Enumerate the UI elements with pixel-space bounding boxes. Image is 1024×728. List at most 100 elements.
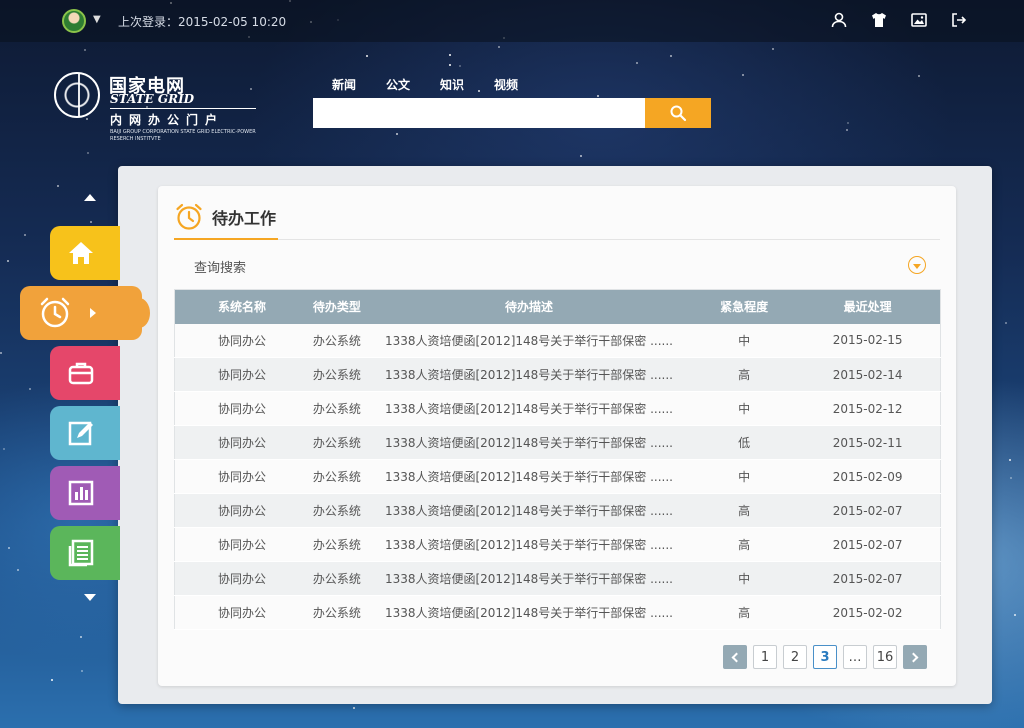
todo-card: 待办工作 查询搜索 系统名称 待办类型 待办描述 紧急程度 最近处理 协同办公 … — [158, 186, 956, 686]
star-dot — [449, 54, 451, 56]
cell-system: 协同办公 — [174, 561, 309, 596]
column-header-last-processed[interactable]: 最近处理 — [795, 289, 941, 324]
page-button[interactable]: 16 — [873, 645, 897, 669]
cell-description[interactable]: 1338人资培便函[2012]148号关于举行干部保密 ...... — [364, 527, 694, 562]
cell-date: 2015-02-14 — [795, 357, 941, 392]
query-search-label[interactable]: 查询搜索 — [194, 257, 246, 276]
globe-logo-icon — [54, 72, 100, 118]
column-header-type[interactable]: 待办类型 — [308, 289, 365, 324]
search-box — [313, 98, 711, 128]
logout-icon[interactable] — [950, 11, 968, 29]
cell-type: 办公系统 — [308, 493, 365, 528]
star-dot — [0, 352, 2, 354]
cell-type: 办公系统 — [308, 459, 365, 494]
skin-shirt-icon[interactable] — [870, 11, 888, 29]
cell-description[interactable]: 1338人资培便函[2012]148号关于举行干部保密 ...... — [364, 595, 694, 630]
next-page-button[interactable] — [903, 645, 927, 669]
cell-system: 协同办公 — [174, 323, 309, 358]
edit-icon — [68, 421, 93, 446]
cell-type: 办公系统 — [308, 357, 365, 392]
search-icon — [670, 105, 687, 122]
user-avatar[interactable] — [62, 9, 86, 33]
cell-urgency: 中 — [693, 391, 796, 426]
table-row[interactable]: 协同办公 办公系统 1338人资培便函[2012]148号关于举行干部保密 ..… — [174, 323, 941, 358]
avatar-dropdown-icon[interactable]: ▼ — [93, 14, 101, 25]
sidebar-item-edit[interactable] — [50, 406, 120, 460]
table-row[interactable]: 协同办公 办公系统 1338人资培便函[2012]148号关于举行干部保密 ..… — [174, 527, 941, 562]
cell-description[interactable]: 1338人资培便函[2012]148号关于举行干部保密 ...... — [364, 391, 694, 426]
logo-en-name: STATE GRID — [110, 92, 195, 106]
table-row[interactable]: 协同办公 办公系统 1338人资培便函[2012]148号关于举行干部保密 ..… — [174, 459, 941, 494]
cell-date: 2015-02-11 — [795, 425, 941, 460]
star-dot — [87, 152, 89, 154]
cell-urgency: 高 — [693, 595, 796, 630]
sidebar-item-todo[interactable] — [20, 286, 150, 340]
star-dot — [80, 636, 82, 638]
cell-type: 办公系统 — [308, 425, 365, 460]
column-header-urgency[interactable]: 紧急程度 — [693, 289, 796, 324]
cell-urgency: 低 — [693, 425, 796, 460]
search-button[interactable] — [645, 98, 711, 128]
cell-system: 协同办公 — [174, 391, 309, 426]
column-header-description[interactable]: 待办描述 — [364, 289, 694, 324]
sidebar-item-home[interactable] — [50, 226, 120, 280]
page-button[interactable]: 1 — [753, 645, 777, 669]
cell-description[interactable]: 1338人资培便函[2012]148号关于举行干部保密 ...... — [364, 323, 694, 358]
cell-description[interactable]: 1338人资培便函[2012]148号关于举行干部保密 ...... — [364, 493, 694, 528]
cell-type: 办公系统 — [308, 391, 365, 426]
search-input[interactable] — [313, 98, 645, 128]
table-row[interactable]: 协同办公 办公系统 1338人资培便函[2012]148号关于举行干部保密 ..… — [174, 493, 941, 528]
page-button[interactable]: 2 — [783, 645, 807, 669]
sidebar-item-statistics[interactable] — [50, 466, 120, 520]
star-dot — [918, 75, 920, 77]
cell-date: 2015-02-12 — [795, 391, 941, 426]
image-gallery-icon[interactable] — [910, 11, 928, 29]
cell-urgency: 中 — [693, 459, 796, 494]
cell-system: 协同办公 — [174, 425, 309, 460]
cell-type: 办公系统 — [308, 595, 365, 630]
sidebar-item-briefcase[interactable] — [50, 346, 120, 400]
card-title: 待办工作 — [212, 209, 277, 228]
cell-date: 2015-02-07 — [795, 493, 941, 528]
title-divider — [174, 239, 940, 240]
prev-page-button[interactable] — [723, 645, 747, 669]
cell-description[interactable]: 1338人资培便函[2012]148号关于举行干部保密 ...... — [364, 561, 694, 596]
table-row[interactable]: 协同办公 办公系统 1338人资培便函[2012]148号关于举行干部保密 ..… — [174, 357, 941, 392]
cell-type: 办公系统 — [308, 323, 365, 358]
star-dot — [8, 547, 10, 549]
pagination: 1 2 3 … 16 — [723, 645, 927, 669]
star-dot — [1010, 477, 1012, 479]
bar-chart-icon — [68, 480, 94, 506]
cell-description[interactable]: 1338人资培便函[2012]148号关于举行干部保密 ...... — [364, 357, 694, 392]
document-icon — [68, 539, 94, 567]
star-dot — [353, 707, 355, 709]
star-dot — [449, 64, 451, 66]
cell-description[interactable]: 1338人资培便函[2012]148号关于举行干部保密 ...... — [364, 425, 694, 460]
cell-type: 办公系统 — [308, 527, 365, 562]
star-dot — [498, 46, 500, 48]
cell-type: 办公系统 — [308, 561, 365, 596]
sidebar-item-documents[interactable] — [50, 526, 120, 580]
star-dot — [1009, 459, 1011, 461]
cell-description[interactable]: 1338人资培便函[2012]148号关于举行干部保密 ...... — [364, 459, 694, 494]
card-header: 待办工作 — [174, 202, 276, 232]
page-ellipsis: … — [843, 645, 867, 669]
sidebar-scroll-up-icon[interactable] — [84, 194, 96, 201]
star-dot — [90, 221, 92, 223]
sidebar-scroll-down-icon[interactable] — [84, 594, 96, 601]
page-button-current[interactable]: 3 — [813, 645, 837, 669]
query-expand-icon[interactable] — [908, 256, 926, 274]
user-profile-icon[interactable] — [830, 11, 848, 29]
cell-system: 协同办公 — [174, 493, 309, 528]
table-row[interactable]: 协同办公 办公系统 1338人资培便函[2012]148号关于举行干部保密 ..… — [174, 561, 941, 596]
last-login-text: 上次登录：2015-02-05 10:20 — [118, 15, 287, 29]
cell-urgency: 高 — [693, 357, 796, 392]
table-row[interactable]: 协同办公 办公系统 1338人资培便函[2012]148号关于举行干部保密 ..… — [174, 595, 941, 630]
table-row[interactable]: 协同办公 办公系统 1338人资培便函[2012]148号关于举行干部保密 ..… — [174, 391, 941, 426]
column-header-system[interactable]: 系统名称 — [174, 289, 309, 324]
star-dot — [772, 48, 774, 50]
table-row[interactable]: 协同办公 办公系统 1338人资培便函[2012]148号关于举行干部保密 ..… — [174, 425, 941, 460]
alarm-clock-icon — [176, 203, 202, 230]
home-icon — [69, 242, 93, 264]
star-dot — [396, 133, 398, 135]
